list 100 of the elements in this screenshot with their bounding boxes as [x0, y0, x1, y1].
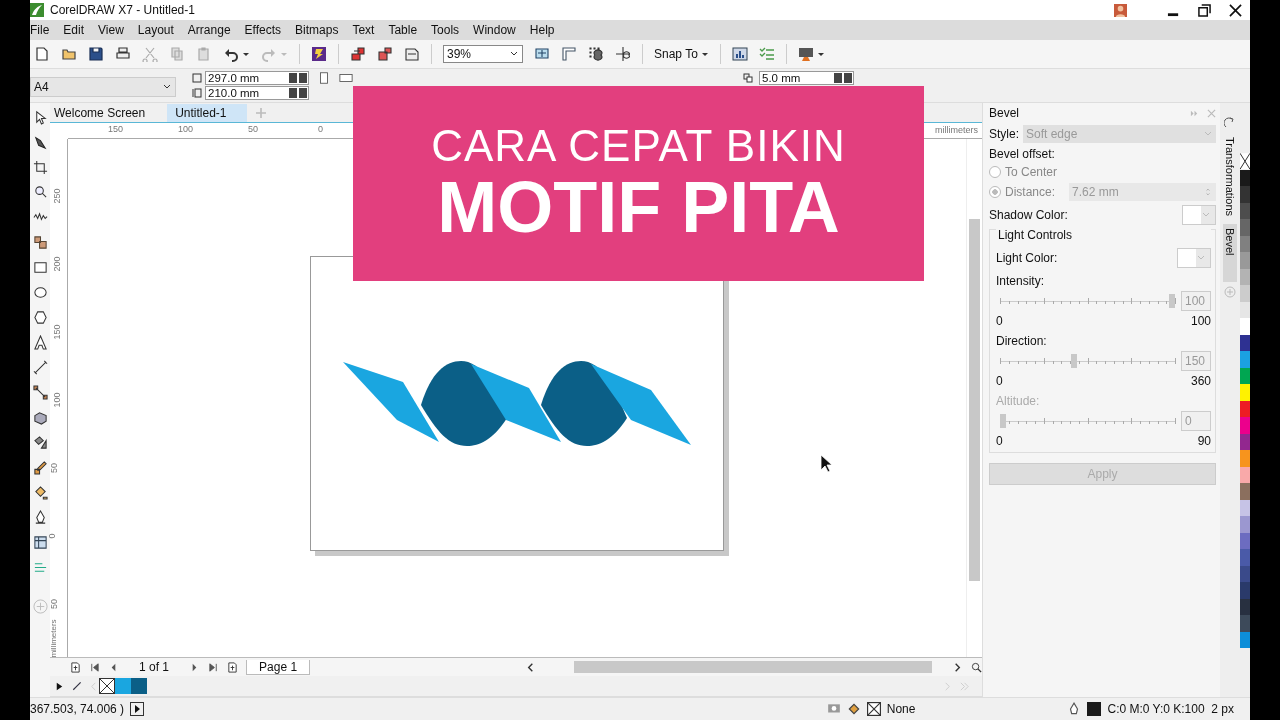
menu-item[interactable]: Edit	[60, 23, 96, 37]
menu-item[interactable]: Bitmaps	[292, 23, 350, 37]
scroll-left-icon[interactable]	[525, 661, 536, 673]
shape-tool-icon[interactable]	[32, 135, 48, 150]
radio-button[interactable]	[989, 166, 1001, 178]
vertical-scrollbar[interactable]	[966, 139, 982, 657]
import-icon[interactable]	[350, 46, 366, 62]
app-launcher-icon[interactable]	[311, 46, 327, 62]
table-tool-icon[interactable]	[32, 535, 48, 550]
color-swatch[interactable]	[1240, 400, 1250, 417]
color-swatch[interactable]	[1240, 301, 1250, 318]
rectangle-icon[interactable]	[32, 260, 48, 275]
color-swatch[interactable]	[1240, 384, 1250, 401]
save-icon[interactable]	[88, 46, 104, 62]
checklist-icon[interactable]	[758, 46, 775, 62]
zoom-level-dropdown[interactable]: 39%	[443, 45, 523, 63]
color-swatch[interactable]	[1240, 483, 1250, 500]
restore-icon[interactable]	[1198, 3, 1211, 17]
landscape-icon[interactable]	[339, 71, 353, 85]
text-tool-icon[interactable]	[32, 335, 48, 350]
color-swatch[interactable]	[1240, 532, 1250, 549]
menu-item[interactable]: Window	[470, 23, 527, 37]
zoom-icon[interactable]	[32, 185, 48, 200]
hints-icon[interactable]	[32, 560, 48, 575]
color-swatch[interactable]	[1240, 466, 1250, 483]
color-swatch[interactable]	[1240, 186, 1250, 203]
slider-thumb[interactable]	[1070, 354, 1077, 368]
color-swatch[interactable]	[1240, 351, 1250, 368]
color-swatch[interactable]	[1240, 268, 1250, 285]
color-swatch[interactable]	[1240, 598, 1250, 615]
menu-item[interactable]: Text	[349, 23, 386, 37]
menu-item[interactable]: Tools	[428, 23, 471, 37]
menu-item[interactable]: Help	[526, 23, 566, 37]
nudge-distance-field[interactable]: 5.0 mm	[759, 71, 854, 85]
extrude-icon[interactable]	[32, 410, 48, 425]
last-page-icon[interactable]	[208, 661, 220, 673]
menu-item[interactable]: Arrange	[184, 23, 242, 37]
snap-to-button[interactable]: Snap To	[654, 47, 698, 61]
add-page-icon[interactable]	[70, 661, 81, 673]
slider-track[interactable]	[1000, 414, 1175, 428]
page-tab[interactable]: Page 1	[246, 659, 311, 675]
rulers-icon[interactable]	[561, 46, 577, 62]
polygon-icon[interactable]	[32, 310, 48, 325]
caret-icon[interactable]	[700, 50, 709, 58]
color-swatch[interactable]	[131, 678, 147, 694]
color-swatch[interactable]	[1240, 169, 1250, 186]
radio-button[interactable]	[989, 186, 1001, 198]
color-swatch[interactable]	[115, 678, 131, 694]
portrait-icon[interactable]	[317, 71, 331, 85]
color-swatch[interactable]	[1240, 433, 1250, 450]
slider-thumb[interactable]	[1169, 294, 1175, 308]
print-icon[interactable]	[115, 46, 131, 62]
monitor-icon[interactable]	[797, 46, 814, 62]
color-swatch[interactable]	[1240, 499, 1250, 516]
light-color-picker[interactable]	[1177, 248, 1211, 268]
play-icon[interactable]	[54, 680, 65, 692]
caret-icon[interactable]	[816, 50, 825, 58]
color-swatch[interactable]	[1240, 615, 1250, 632]
page-width-field[interactable]: 297.0 mm	[205, 71, 309, 85]
color-swatch[interactable]	[1240, 582, 1250, 599]
user-avatar-icon[interactable]	[1114, 3, 1127, 17]
menu-item[interactable]: Effects	[241, 23, 293, 37]
color-swatch[interactable]	[1240, 318, 1250, 335]
color-swatch[interactable]	[1240, 202, 1250, 219]
no-color-swatch[interactable]	[1240, 153, 1250, 170]
color-swatch[interactable]	[1240, 367, 1250, 384]
new-document-icon[interactable]	[34, 46, 50, 62]
publish-icon[interactable]	[404, 46, 420, 62]
docker-tab[interactable]: Bevel	[1223, 224, 1237, 282]
color-swatch[interactable]	[1240, 565, 1250, 582]
smart-fill-icon[interactable]	[32, 235, 48, 250]
color-swatch[interactable]	[1240, 417, 1250, 434]
slider-track[interactable]	[1000, 354, 1175, 368]
first-page-icon[interactable]	[89, 661, 100, 673]
color-swatch[interactable]	[1240, 219, 1250, 236]
close-icon[interactable]	[1229, 3, 1242, 17]
export-icon[interactable]	[377, 46, 393, 62]
page-size-dropdown[interactable]: A4	[30, 77, 176, 97]
slider-track[interactable]	[1000, 294, 1175, 308]
color-swatch[interactable]	[1240, 631, 1250, 648]
document-tab[interactable]: Untitled-1	[167, 104, 247, 122]
dimension-icon[interactable]	[32, 360, 48, 375]
transparency-icon[interactable]	[32, 435, 48, 450]
menu-item[interactable]: File	[30, 23, 61, 37]
document-tab[interactable]: Welcome Screen	[52, 104, 166, 122]
add-page-icon[interactable]	[227, 661, 239, 673]
color-swatch[interactable]	[1240, 285, 1250, 302]
menu-item[interactable]: View	[95, 23, 135, 37]
connector-icon[interactable]	[32, 385, 48, 400]
color-swatch[interactable]	[1240, 450, 1250, 467]
menu-item[interactable]: Layout	[134, 23, 185, 37]
crop-icon[interactable]	[32, 160, 48, 175]
no-color-swatch[interactable]	[99, 678, 115, 694]
full-screen-icon[interactable]	[534, 46, 550, 62]
color-swatch[interactable]	[1240, 516, 1250, 533]
open-folder-icon[interactable]	[61, 46, 77, 62]
color-swatch[interactable]	[1240, 549, 1250, 566]
color-swatch[interactable]	[1240, 252, 1250, 269]
color-swatch[interactable]	[1240, 334, 1250, 351]
caret-icon[interactable]	[242, 50, 250, 58]
